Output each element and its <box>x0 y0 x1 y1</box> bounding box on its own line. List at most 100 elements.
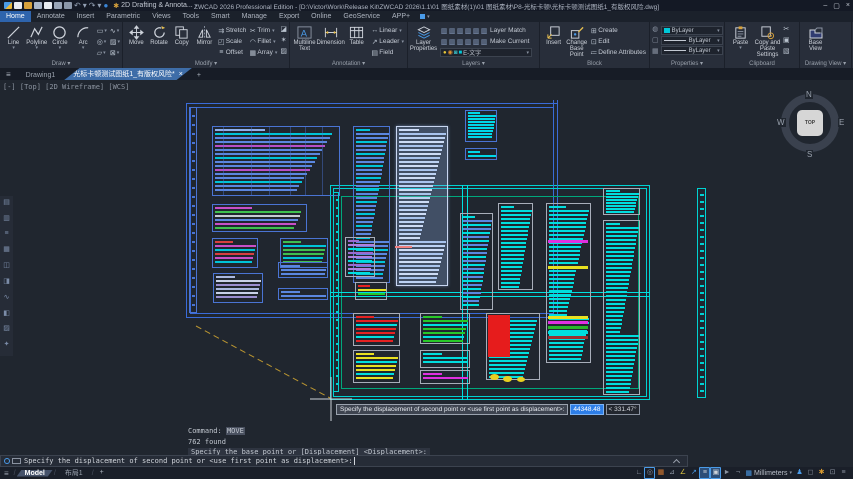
lineweight-dropdown[interactable]: ByLayer▾ <box>661 46 723 55</box>
polyline-button[interactable]: Polyline▾ <box>25 24 48 50</box>
fillet-button[interactable]: ◠Fillet▾ <box>248 36 277 47</box>
dimension-button[interactable]: Dimension <box>317 24 344 46</box>
paste-button[interactable]: Paste▾ <box>727 24 754 50</box>
panel-label[interactable]: Drawing View ▾ <box>800 60 851 67</box>
layer-state-icon[interactable]: ▥ <box>440 27 448 35</box>
ortho-icon[interactable]: ⊿ <box>666 468 677 478</box>
copy-button[interactable]: Copy <box>170 24 193 46</box>
plot-preview-icon[interactable] <box>64 2 72 9</box>
tab-export[interactable]: Export <box>273 11 305 22</box>
esnap-icon[interactable]: ▣ <box>710 467 721 479</box>
file-tabs-menu-icon[interactable]: ≡ <box>0 70 17 80</box>
palette-tool-icon[interactable]: ◨ <box>3 277 10 293</box>
copydoc-icon[interactable]: ▣ <box>783 36 790 47</box>
add-layout-button[interactable]: + <box>95 469 109 477</box>
compass-top-button[interactable]: TOP <box>797 110 823 136</box>
palette-tool-icon[interactable]: ∿ <box>4 293 10 309</box>
record-icon[interactable]: ● <box>103 2 108 9</box>
property-tool-icon[interactable]: ◍ <box>652 25 659 36</box>
command-cycle-icon[interactable] <box>4 458 10 464</box>
palette-tool-icon[interactable]: ✦ <box>4 340 10 356</box>
user-icon[interactable]: ♟ <box>794 468 805 478</box>
offset-button[interactable]: ≡Offset <box>217 47 247 58</box>
redo-icon[interactable]: ↷ <box>89 2 96 9</box>
palette-tool-icon[interactable]: ◫ <box>3 261 10 277</box>
document-tab[interactable]: 光标卡顿测试图纸1_有版权风险*× <box>64 68 192 80</box>
revision-cloud-button[interactable]: ∿▾ <box>110 25 120 36</box>
linetype-dropdown[interactable]: ByLayer▾ <box>661 36 723 45</box>
panel-label[interactable]: Annotation ▾ <box>290 60 407 67</box>
tab-annotate[interactable]: Annotate <box>31 11 71 22</box>
layer-state-icon[interactable]: ▥ <box>448 38 456 46</box>
layer-dropdown[interactable]: ●◉◙■E-文字▾ <box>440 48 532 57</box>
property-tool-icon[interactable]: ▢ <box>652 36 659 47</box>
snap-icon[interactable]: ◎ <box>644 467 655 479</box>
panel-label[interactable]: Draw ▾ <box>0 60 122 67</box>
create-button[interactable]: ⊞Create <box>589 25 646 36</box>
color-dropdown[interactable]: ByLayer▾ <box>661 26 723 35</box>
layer-state-icon[interactable]: ▥ <box>480 27 488 35</box>
palette-tool-icon[interactable]: ▦ <box>3 245 10 261</box>
compass-s[interactable]: S <box>806 150 813 159</box>
otrack-icon[interactable]: ↗ <box>688 468 699 478</box>
compass-w[interactable]: W <box>776 118 786 127</box>
erase-icon[interactable]: ◪ <box>280 25 287 36</box>
new-icon[interactable] <box>14 2 22 9</box>
redo-arrow-icon[interactable]: ▾ <box>97 2 101 9</box>
panel-label[interactable]: Clipboard <box>725 61 799 67</box>
settings-gear-icon[interactable]: ✱ <box>816 468 827 478</box>
multiline-text-button[interactable]: AMultiline Text <box>292 24 317 52</box>
layer-state-icon[interactable]: ▥ <box>472 27 480 35</box>
compass-e[interactable]: E <box>838 118 845 127</box>
layout-tab-model[interactable]: Model <box>17 470 53 477</box>
palette-tool-icon[interactable]: ≡ <box>4 230 8 246</box>
base-view-button[interactable]: Base View <box>802 24 829 52</box>
lineweight-icon[interactable]: ≡ <box>699 467 710 479</box>
region-button[interactable]: ▱▾ <box>97 47 107 58</box>
fullscreen-icon[interactable]: ⊡ <box>827 468 838 478</box>
panel-label[interactable]: Properties ▾ <box>650 60 724 67</box>
layer-on-icon[interactable]: ● <box>443 50 447 56</box>
tab-online[interactable]: Online <box>305 11 337 22</box>
rectangle-button[interactable]: ▭▾ <box>97 25 107 36</box>
tab-views[interactable]: Views <box>146 11 177 22</box>
layer-unlock-icon[interactable]: ◙ <box>454 50 458 56</box>
panel-label[interactable]: Block <box>540 61 649 67</box>
tab-manage[interactable]: Manage <box>236 11 273 22</box>
array-button[interactable]: ▦Array▾ <box>248 47 277 58</box>
print-icon[interactable] <box>54 2 62 9</box>
close-button[interactable]: × <box>846 2 850 10</box>
layer-state-icon[interactable]: ▥ <box>456 27 464 35</box>
line-button[interactable]: Line▾ <box>2 24 25 50</box>
polar-icon[interactable]: ∠ <box>677 468 688 478</box>
make-current-button[interactable]: Make Current <box>490 38 529 45</box>
layer-properties-button[interactable]: Layer Properties <box>410 24 437 52</box>
tab-parametric[interactable]: Parametric <box>100 11 146 22</box>
edit-button[interactable]: ⊡Edit <box>589 36 646 47</box>
stretch-button[interactable]: ⇉Stretch <box>217 25 247 36</box>
command-input-bar[interactable]: Specify the displacement of second point… <box>0 455 688 467</box>
undo-icon[interactable]: ↶ <box>74 2 81 9</box>
tab-app+[interactable]: APP+ <box>386 11 416 22</box>
units-dropdown[interactable]: ▦Millimeters▾ <box>745 469 792 477</box>
palette-tool-icon[interactable]: ▥ <box>3 214 10 230</box>
table-button[interactable]: Table <box>344 24 369 46</box>
zwcad-logo-icon[interactable] <box>4 2 12 9</box>
tab-home[interactable]: Home <box>0 11 31 22</box>
explode-icon[interactable]: ✶ <box>280 36 287 47</box>
palette-tool-icon[interactable]: ▨ <box>3 324 10 340</box>
layout-menu-icon[interactable]: ≡ <box>4 469 9 478</box>
ucs-icon[interactable]: ∟ <box>633 468 644 478</box>
command-expand-chevron-icon[interactable] <box>673 459 680 466</box>
tab-smart[interactable]: Smart <box>205 11 236 22</box>
compass-n[interactable]: N <box>805 90 813 99</box>
boundary-button[interactable]: ⊠▾ <box>110 47 120 58</box>
viewport-controls[interactable]: [-] [Top] [2D Wireframe] [WCS] <box>3 83 129 91</box>
layer-state-icon[interactable]: ▥ <box>464 38 472 46</box>
palette-tool-icon[interactable]: ▤ <box>3 198 10 214</box>
cut-icon[interactable]: ✂ <box>783 25 790 36</box>
document-tab[interactable]: Drawing1 <box>17 71 65 80</box>
annotation-monitor-icon[interactable]: ◻ <box>805 468 816 478</box>
minimize-button[interactable]: – <box>823 2 827 10</box>
close-icon[interactable]: × <box>179 71 183 78</box>
